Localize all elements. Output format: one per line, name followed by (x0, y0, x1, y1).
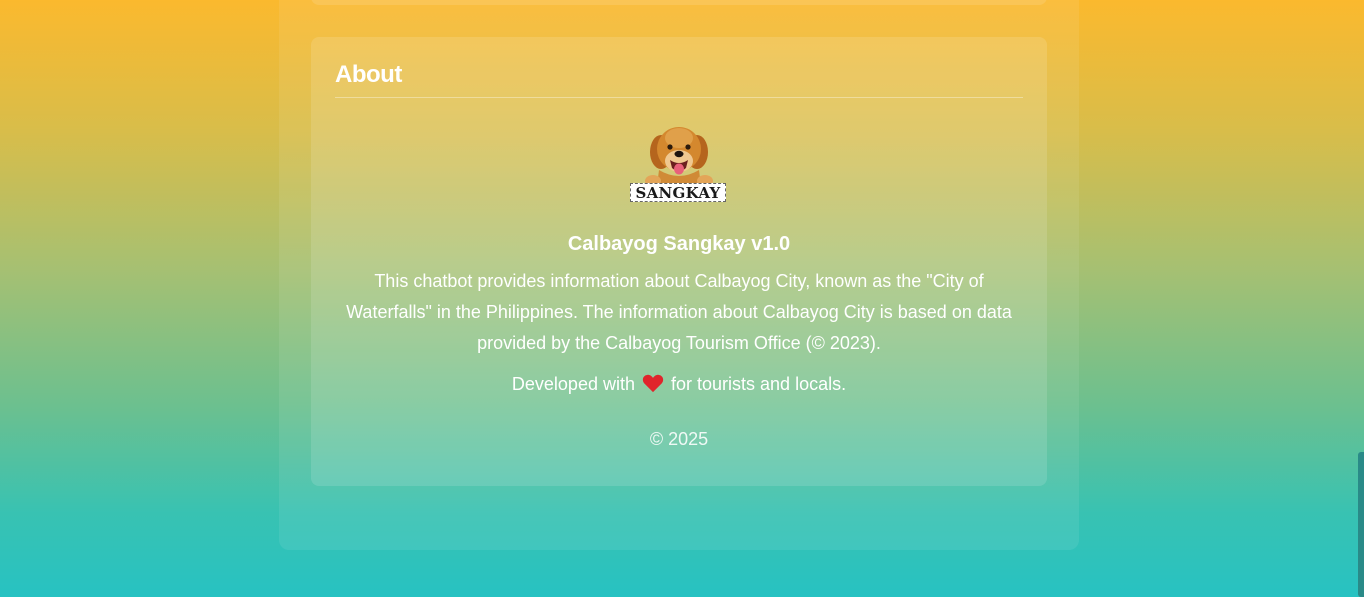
heart-icon (642, 374, 664, 393)
developed-with-line: Developed with for tourists and locals. (335, 371, 1023, 397)
developed-suffix: for tourists and locals. (671, 374, 847, 394)
sangkay-logo: SANGKAY (629, 124, 729, 206)
about-heading: About (335, 37, 1023, 98)
app-title: Calbayog Sangkay v1.0 (567, 233, 791, 255)
about-section: About SANGKAY Calbayog Sangkay v1.0 This… (311, 37, 1047, 486)
page-scrollbar[interactable] (1358, 0, 1364, 597)
developed-prefix: Developed with (511, 374, 635, 394)
copyright-text: © 2025 (649, 429, 709, 449)
previous-section-card (311, 0, 1047, 5)
app-description: This chatbot provides information about … (346, 271, 1012, 353)
scrollbar-thumb[interactable] (1358, 452, 1364, 597)
dog-mascot-icon (645, 127, 713, 186)
logo-text: SANGKAY (630, 183, 726, 202)
